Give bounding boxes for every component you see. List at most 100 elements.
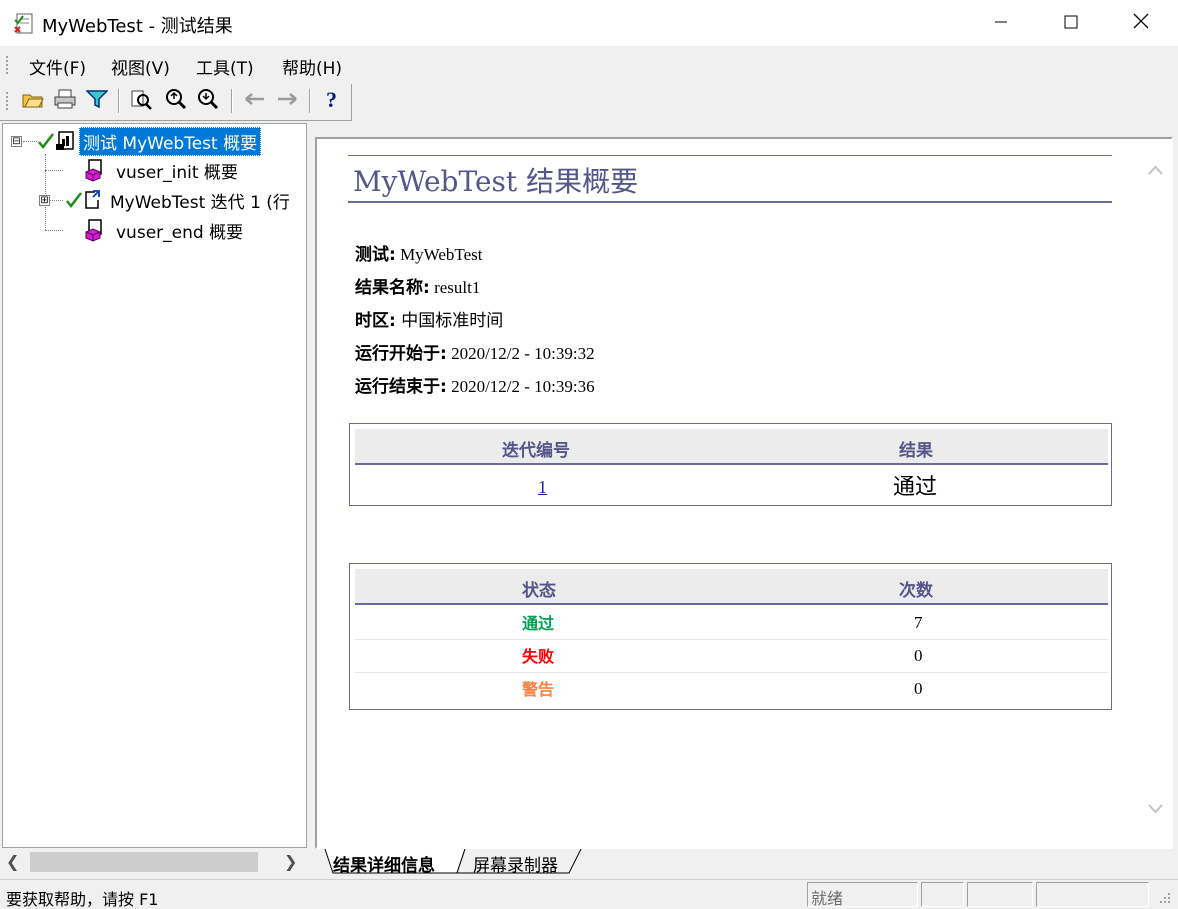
results-tree[interactable]: ⊟ 测试 MyWebTest 概要 vuser_init 概要 ⊞ MyWebT…: [2, 123, 307, 848]
scroll-right-icon[interactable]: ❯: [284, 852, 297, 871]
zoom-out-button[interactable]: [195, 88, 221, 114]
info-label: 结果名称:: [355, 278, 430, 298]
toolbar-separator: [309, 89, 311, 113]
info-end-time: 运行结束于: 2020/12/2 - 10:39:36: [355, 372, 595, 397]
maximize-button[interactable]: [1036, 0, 1106, 46]
menu-file[interactable]: 文件(F): [29, 54, 86, 79]
menu-view[interactable]: 视图(V): [111, 54, 170, 79]
row-divider: [355, 639, 1108, 640]
toolbar-separator: [118, 89, 120, 113]
info-label: 测试:: [355, 245, 396, 265]
iteration-result: 通过: [893, 475, 938, 500]
info-start-time: 运行开始于: 2020/12/2 - 10:39:32: [355, 339, 595, 364]
tree-item-vuser-end[interactable]: vuser_end 概要: [83, 216, 246, 244]
status-table: 状态 次数 通过 7 失败 0 警告 0: [349, 563, 1112, 710]
tree-collapse-toggle[interactable]: ⊟: [11, 136, 22, 147]
scrollbar-thumb[interactable]: [30, 852, 258, 872]
status-panel-ready: 就绪: [807, 882, 918, 908]
maximize-icon: [1064, 14, 1078, 33]
window-title: MyWebTest - 测试结果: [42, 16, 233, 37]
table-header: 状态 次数: [355, 569, 1108, 605]
report-title: MyWebTest 结果概要: [353, 165, 639, 198]
status-help-text: 要获取帮助，请按 F1: [6, 890, 159, 909]
column-header-count: 次数: [899, 581, 933, 601]
svg-text:?: ?: [326, 88, 337, 110]
print-icon: [54, 89, 76, 113]
back-arrow-icon: [244, 91, 266, 111]
info-value: 中国标准时间: [395, 311, 504, 331]
iteration-link[interactable]: 1: [538, 477, 547, 498]
resize-grip-icon[interactable]: [1158, 890, 1172, 909]
count-warning: 0: [914, 679, 923, 698]
status-passed: 通过: [522, 614, 555, 633]
check-icon: [37, 131, 55, 151]
menu-help[interactable]: 帮助(H): [282, 54, 342, 79]
forward-button[interactable]: [274, 88, 300, 114]
info-timezone: 时区: 中国标准时间: [355, 306, 503, 331]
scroll-up-icon[interactable]: [1147, 162, 1164, 179]
tree-line: [45, 170, 63, 171]
back-button[interactable]: [242, 88, 268, 114]
open-folder-icon: [22, 89, 44, 113]
tree-line: [45, 230, 63, 231]
tree-horizontal-scrollbar[interactable]: ❮ ❯: [2, 848, 307, 876]
zoom-in-button[interactable]: [163, 88, 189, 114]
view-tabs: 结果详细信息 屏幕录制器: [315, 849, 1173, 876]
scroll-down-icon[interactable]: [1147, 800, 1164, 817]
close-icon: [1133, 13, 1149, 33]
info-value: result1: [429, 278, 481, 297]
title-rule: [348, 155, 1112, 156]
status-panel: [967, 882, 1033, 907]
menu-tools[interactable]: 工具(T): [196, 54, 254, 79]
menu-bar: 文件(F) 视图(V) 工具(T) 帮助(H): [0, 46, 1178, 84]
report-view: MyWebTest 结果概要 测试: MyWebTest 结果名称: resul…: [318, 140, 1140, 846]
minimize-icon: [994, 14, 1008, 33]
report-vertical-scrollbar[interactable]: [1140, 140, 1171, 846]
help-icon: ?: [324, 87, 340, 114]
tab-screen-recorder[interactable]: 屏幕录制器: [473, 851, 558, 876]
zoom-in-icon: [165, 88, 187, 114]
tree-expand-toggle[interactable]: ⊞: [39, 195, 50, 206]
tree-item-test-summary[interactable]: 测试 MyWebTest 概要: [37, 126, 262, 156]
count-passed: 7: [914, 613, 923, 632]
count-failed: 0: [914, 646, 923, 665]
vuser-action-icon: [83, 158, 107, 182]
find-button[interactable]: [128, 88, 154, 114]
tree-item-label: vuser_init 概要: [116, 162, 238, 183]
info-result-name: 结果名称: result1: [355, 273, 480, 298]
status-warning: 警告: [522, 680, 555, 699]
status-panel: [921, 882, 964, 907]
status-ready-text: 就绪: [811, 889, 844, 908]
print-button[interactable]: [52, 88, 78, 114]
tree-item-vuser-init[interactable]: vuser_init 概要: [83, 156, 241, 184]
forward-arrow-icon: [276, 91, 298, 111]
info-value: 2020/12/2 - 10:39:32: [446, 344, 595, 363]
table-header: 迭代编号 结果: [355, 429, 1108, 465]
tab-result-details[interactable]: 结果详细信息: [333, 851, 435, 876]
test-results-app-icon: [12, 11, 36, 35]
close-button[interactable]: [1106, 0, 1176, 46]
zoom-out-icon: [197, 88, 219, 114]
minimize-button[interactable]: [966, 0, 1036, 46]
tree-line: [23, 141, 37, 142]
tree-item-label: 测试 MyWebTest 概要: [79, 126, 262, 156]
iteration-icon: [83, 189, 103, 211]
info-value: 2020/12/2 - 10:39:36: [446, 377, 595, 396]
column-header-result: 结果: [899, 441, 933, 461]
column-header-iteration: 迭代编号: [502, 441, 570, 461]
info-test: 测试: MyWebTest: [355, 240, 483, 265]
info-label: 运行开始于:: [355, 344, 447, 364]
row-divider: [355, 672, 1108, 673]
filter-button[interactable]: [84, 88, 110, 114]
find-icon: [130, 88, 152, 114]
filter-icon: [85, 89, 109, 113]
status-panel: [1036, 882, 1149, 907]
tree-item-iteration-1[interactable]: MyWebTest 迭代 1 (行: [65, 186, 293, 214]
title-bar: MyWebTest - 测试结果: [0, 0, 1178, 46]
scroll-left-icon[interactable]: ❮: [6, 852, 19, 871]
open-button[interactable]: [20, 88, 46, 114]
vuser-action-icon: [83, 218, 107, 242]
summary-report-icon: [55, 130, 77, 152]
check-icon: [65, 190, 83, 210]
help-button[interactable]: ?: [319, 87, 345, 114]
